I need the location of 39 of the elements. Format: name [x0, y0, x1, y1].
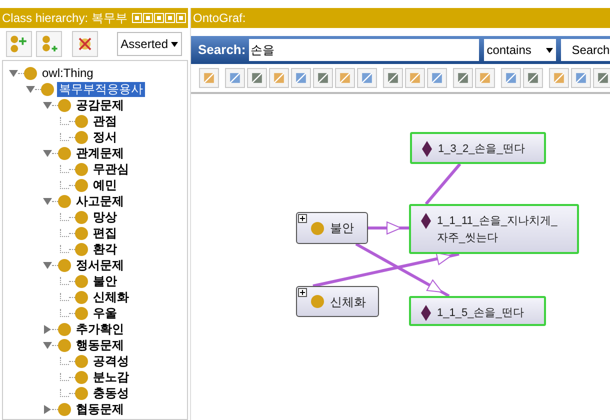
- tree-item[interactable]: 행동문제: [74, 338, 126, 352]
- tree-item[interactable]: 추가확인: [74, 322, 126, 336]
- tree-item[interactable]: 사고문제: [74, 194, 126, 208]
- individual-node[interactable]: 1_3_2_손을_떤다: [410, 132, 546, 164]
- tree-item[interactable]: 망상: [91, 210, 119, 224]
- match-dropdown[interactable]: contains: [484, 39, 556, 61]
- tree-item[interactable]: 우울: [91, 306, 119, 320]
- tree-item[interactable]: 공감문제: [74, 98, 126, 112]
- node-label: 1_3_2_손을_떤다: [438, 142, 525, 157]
- tree-item[interactable]: 충동성: [91, 386, 131, 400]
- tree-item[interactable]: 환각: [91, 242, 119, 256]
- search-button[interactable]: Search: [560, 39, 610, 61]
- node-label: 신체화: [330, 294, 366, 310]
- node-label: 불안: [330, 220, 354, 237]
- individual-node[interactable]: 1_1_5_손을_떤다: [409, 296, 546, 326]
- individual-node[interactable]: 1_1_11_손을_지나치게_자주_씻는다: [409, 204, 579, 254]
- tree-item[interactable]: 관계문제: [74, 146, 126, 160]
- panel-title: Class hierarchy: 복무부: [2, 10, 128, 27]
- tree-item[interactable]: 정서문제: [74, 258, 126, 272]
- view-dropdown[interactable]: Asserted: [116, 32, 182, 56]
- class-node[interactable]: 불안: [296, 212, 368, 244]
- tree-item[interactable]: owl:Thing: [40, 66, 96, 80]
- tree-item[interactable]: 복무부적응용사: [57, 82, 145, 96]
- node-label: 1_1_11_손을_지나치게_자주_씻는다: [437, 214, 558, 246]
- tree-item[interactable]: 신체화: [91, 290, 131, 304]
- tree-item[interactable]: 공격성: [91, 354, 131, 368]
- class-node[interactable]: 신체화: [296, 286, 379, 317]
- panel-title: OntoGraf:: [193, 10, 246, 27]
- tree-item[interactable]: 정서: [91, 130, 119, 144]
- node-label: 1_1_5_손을_떤다: [437, 306, 524, 321]
- tree-item[interactable]: 협동문제: [74, 402, 126, 416]
- tree-item[interactable]: 편집: [91, 226, 119, 240]
- search-field[interactable]: 손을: [248, 39, 479, 61]
- tree-item[interactable]: 예민: [91, 178, 119, 192]
- tree-item[interactable]: 관점: [91, 114, 119, 128]
- tree-item[interactable]: 분노감: [91, 370, 131, 384]
- tree-item[interactable]: 무관심: [91, 162, 131, 176]
- tree-item[interactable]: 불안: [91, 274, 119, 288]
- search-label: Search:: [198, 41, 246, 60]
